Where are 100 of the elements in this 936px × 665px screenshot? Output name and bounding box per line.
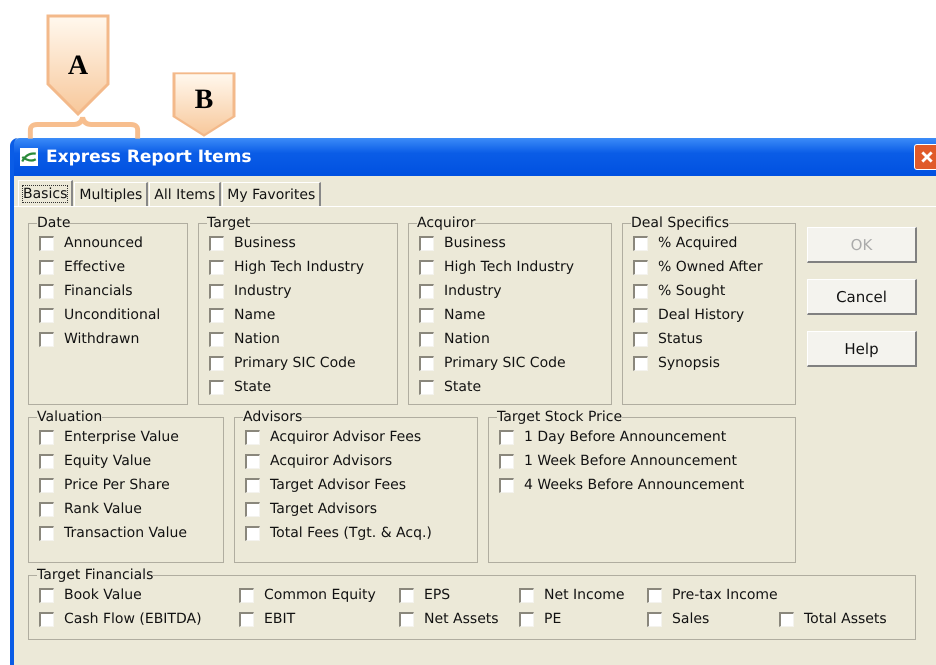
dialog-button[interactable]: Help xyxy=(807,331,917,367)
checkbox-label: Rank Value xyxy=(64,501,142,517)
checkbox[interactable] xyxy=(633,356,648,370)
callout-marker: A xyxy=(46,14,110,118)
checkbox[interactable] xyxy=(399,612,414,626)
group-title: Date xyxy=(37,215,70,231)
checkbox[interactable] xyxy=(39,478,54,492)
checkbox-label: 4 Weeks Before Announcement xyxy=(524,477,744,493)
callout-marker: B xyxy=(172,72,236,138)
checkbox[interactable] xyxy=(39,612,54,626)
group-title: Target Stock Price xyxy=(497,409,622,425)
checkbox-label: EPS xyxy=(424,587,450,603)
checkbox-label: Transaction Value xyxy=(64,525,187,541)
checkbox[interactable] xyxy=(39,502,54,516)
checkbox[interactable] xyxy=(419,308,434,322)
tab[interactable]: My Favorites xyxy=(222,182,322,206)
checkbox-label: Common Equity xyxy=(264,587,376,603)
checkbox[interactable] xyxy=(499,454,514,468)
checkbox-label: Book Value xyxy=(64,587,142,603)
checkbox[interactable] xyxy=(633,284,648,298)
checkbox[interactable] xyxy=(779,612,794,626)
checkbox[interactable] xyxy=(519,612,534,626)
checkbox[interactable] xyxy=(647,612,662,626)
tab[interactable]: All Items xyxy=(149,182,222,206)
checkbox[interactable] xyxy=(399,588,414,602)
checkbox-label: Sales xyxy=(672,611,710,627)
close-button[interactable] xyxy=(914,144,936,170)
checkbox[interactable] xyxy=(245,502,260,516)
checkbox[interactable] xyxy=(245,454,260,468)
checkbox[interactable] xyxy=(209,356,224,370)
checkbox-label: Name xyxy=(234,307,276,323)
checkbox[interactable] xyxy=(245,478,260,492)
checkbox[interactable] xyxy=(419,236,434,250)
checkbox[interactable] xyxy=(39,332,54,346)
checkbox[interactable] xyxy=(209,236,224,250)
checkbox-label: Nation xyxy=(234,331,280,347)
checkbox[interactable] xyxy=(245,430,260,444)
checkbox-label: 1 Week Before Announcement xyxy=(524,453,737,469)
checkbox-label: Industry xyxy=(234,283,292,299)
checkbox-label: Industry xyxy=(444,283,502,299)
checkbox[interactable] xyxy=(209,308,224,322)
checkbox[interactable] xyxy=(239,588,254,602)
checkbox-label: % Owned After xyxy=(658,259,763,275)
checkbox[interactable] xyxy=(39,526,54,540)
checkbox-label: Announced xyxy=(64,235,143,251)
checkbox-label: Price Per Share xyxy=(64,477,170,493)
checkbox-label: % Sought xyxy=(658,283,726,299)
checkbox-label: Total Assets xyxy=(804,611,887,627)
checkbox[interactable] xyxy=(633,308,648,322)
checkbox[interactable] xyxy=(209,260,224,274)
checkbox[interactable] xyxy=(39,588,54,602)
checkbox[interactable] xyxy=(39,308,54,322)
checkbox-label: Unconditional xyxy=(64,307,160,323)
group-title: Valuation xyxy=(37,409,102,425)
checkbox-label: Target Advisor Fees xyxy=(270,477,406,493)
checkbox[interactable] xyxy=(419,284,434,298)
checkbox-label: Synopsis xyxy=(658,355,720,371)
checkbox-label: EBIT xyxy=(264,611,296,627)
checkbox[interactable] xyxy=(39,260,54,274)
checkbox-label: Withdrawn xyxy=(64,331,140,347)
checkbox-label: Pre-tax Income xyxy=(672,587,778,603)
checkbox-label: Acquiror Advisors xyxy=(270,453,392,469)
checkbox[interactable] xyxy=(239,612,254,626)
checkbox[interactable] xyxy=(419,260,434,274)
checkbox[interactable] xyxy=(39,236,54,250)
checkbox[interactable] xyxy=(419,356,434,370)
tab[interactable]: Basics xyxy=(18,180,74,206)
checkbox[interactable] xyxy=(633,332,648,346)
checkbox[interactable] xyxy=(209,332,224,346)
group-title: Deal Specifics xyxy=(631,215,730,231)
dialog-button[interactable]: Cancel xyxy=(807,279,917,315)
checkbox-label: Business xyxy=(234,235,296,251)
checkbox[interactable] xyxy=(245,526,260,540)
checkbox-label: Nation xyxy=(444,331,490,347)
checkbox[interactable] xyxy=(633,236,648,250)
checkbox-label: High Tech Industry xyxy=(444,259,574,275)
checkbox[interactable] xyxy=(519,588,534,602)
checkbox[interactable] xyxy=(633,260,648,274)
checkbox[interactable] xyxy=(499,430,514,444)
checkbox[interactable] xyxy=(499,478,514,492)
checkbox[interactable] xyxy=(39,454,54,468)
checkbox[interactable] xyxy=(39,284,54,298)
checkbox[interactable] xyxy=(209,284,224,298)
checkbox-label: Financials xyxy=(64,283,133,299)
checkbox-label: Cash Flow (EBITDA) xyxy=(64,611,202,627)
checkbox[interactable] xyxy=(419,380,434,394)
checkbox-label: High Tech Industry xyxy=(234,259,364,275)
checkbox-label: Deal History xyxy=(658,307,744,323)
checkbox[interactable] xyxy=(419,332,434,346)
checkbox[interactable] xyxy=(647,588,662,602)
checkbox-label: Total Fees (Tgt. & Acq.) xyxy=(270,525,432,541)
checkbox-label: Effective xyxy=(64,259,126,275)
checkbox-label: Name xyxy=(444,307,486,323)
checkbox-label: PE xyxy=(544,611,562,627)
group-title: Target xyxy=(207,215,250,231)
tab[interactable]: Multiples xyxy=(74,182,148,206)
checkbox-label: Equity Value xyxy=(64,453,152,469)
checkbox[interactable] xyxy=(39,430,54,444)
checkbox[interactable] xyxy=(209,380,224,394)
checkbox-label: Primary SIC Code xyxy=(234,355,356,371)
